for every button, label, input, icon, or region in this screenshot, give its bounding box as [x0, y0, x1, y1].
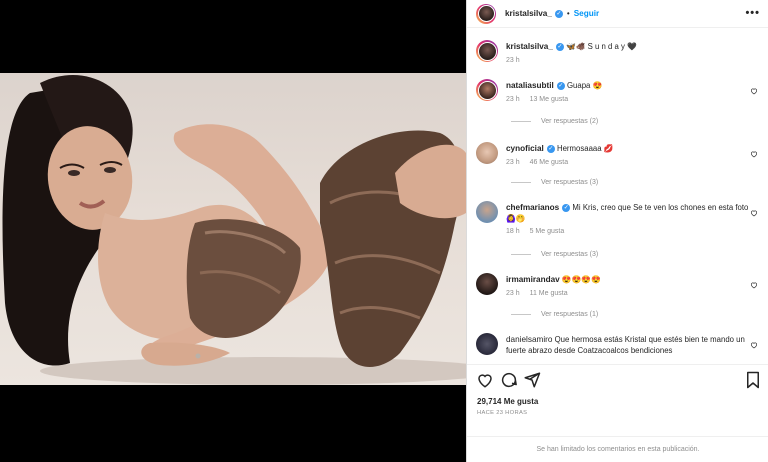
comment-body: irmamirandav 😍😍😍😍 23 h 11 Me gusta [506, 275, 756, 299]
comment-username[interactable]: nataliasubtil [506, 81, 554, 90]
caption-text: 🦋🐗 S u n d a y 🖤 [566, 42, 637, 51]
comment-text: Hermosaaaa 💋 [556, 144, 614, 153]
post-time-ago[interactable]: HACE 23 HORAS [477, 410, 527, 416]
author-avatar-small[interactable] [476, 40, 498, 62]
heart-icon[interactable] [750, 150, 758, 158]
comment-meta: 23 h 13 Me gusta [506, 95, 756, 106]
comment-username[interactable]: chefmarianos [506, 203, 559, 212]
verified-icon: ✓ [556, 81, 565, 90]
view-replies-button[interactable]: Ver respuestas (1) [511, 311, 598, 318]
caption-time: 23 h [506, 56, 520, 64]
heart-icon[interactable] [750, 209, 758, 217]
author-username[interactable]: kristalsilva_ [505, 9, 552, 18]
view-replies-button[interactable]: Ver respuestas (3) [511, 251, 598, 258]
comment-body: danielsamiro Que hermosa estás Kristal q… [506, 335, 756, 356]
post-photo[interactable] [0, 73, 466, 385]
view-replies-button[interactable]: Ver respuestas (3) [511, 179, 598, 186]
caption-username[interactable]: kristalsilva_ [506, 42, 553, 51]
post-side-panel: kristalsilva_ ✓ • Seguir ••• kristalsilv… [466, 0, 768, 462]
heart-icon[interactable] [750, 281, 758, 289]
more-icon[interactable]: ••• [745, 7, 760, 19]
comment-time: 23 h [506, 158, 520, 166]
commenter-avatar[interactable] [476, 142, 498, 164]
commenter-avatar[interactable] [476, 273, 498, 295]
comment-text: Guapa 😍 [566, 81, 603, 90]
comments-list[interactable]: kristalsilva_ ✓ 🦋🐗 S u n d a y 🖤 23 h nat… [467, 28, 768, 364]
comment-meta: 23 h 46 Me gusta [506, 158, 756, 169]
caption-meta: 23 h [506, 56, 756, 67]
verified-icon: ✓ [554, 9, 563, 18]
commenter-avatar[interactable] [476, 333, 498, 355]
commenter-avatar[interactable] [476, 201, 498, 223]
comments-limited-notice: Se han limitado los comentarios en esta … [467, 436, 768, 453]
heart-icon[interactable] [750, 87, 758, 95]
comment-username[interactable]: danielsamiro [506, 335, 552, 344]
heart-icon[interactable] [476, 371, 494, 389]
comment-time: 18 h [506, 228, 520, 235]
comment-meta: 18 h 5 Me gusta [506, 227, 756, 238]
comment-meta: 23 h 11 Me gusta [506, 289, 756, 300]
follow-button[interactable]: Seguir [574, 9, 599, 18]
post-header: kristalsilva_ ✓ • Seguir ••• [467, 0, 768, 28]
separator-dot: • [566, 9, 570, 18]
verified-icon: ✓ [546, 144, 555, 153]
commenter-avatar[interactable] [476, 79, 498, 101]
comment-username[interactable]: cynoficial [506, 144, 544, 153]
comment-likes[interactable]: 46 Me gusta [530, 159, 569, 166]
comment-icon[interactable] [500, 371, 518, 389]
photo-illustration [2, 74, 466, 385]
post-actions: 29,714 Me gusta HACE 23 HORAS Se han lim… [467, 364, 768, 462]
comment-likes[interactable]: 5 Me gusta [530, 228, 565, 235]
likes-count[interactable]: 29,714 Me gusta [477, 397, 538, 406]
share-icon[interactable] [523, 371, 541, 389]
caption-body: kristalsilva_ ✓ 🦋🐗 S u n d a y 🖤 23 h [506, 42, 756, 66]
post-media [0, 0, 466, 462]
comment-time: 23 h [506, 289, 520, 297]
comment-username[interactable]: irmamirandav [506, 275, 560, 284]
comment-body: chefmarianos ✓ Mi Kris, creo que Se te ve… [506, 203, 756, 238]
comment-likes[interactable]: 11 Me gusta [530, 290, 568, 297]
save-icon[interactable] [744, 371, 762, 389]
verified-icon: ✓ [555, 42, 564, 51]
comment-body: nataliasubtil ✓ Guapa 😍 23 h 13 Me gusta [506, 81, 756, 105]
comment-likes[interactable]: 13 Me gusta [530, 96, 569, 103]
author-avatar[interactable] [476, 3, 496, 24]
comment-text: 😍😍😍😍 [561, 275, 601, 284]
view-replies-button[interactable]: Ver respuestas (2) [511, 118, 598, 125]
comment-body: cynoficial ✓ Hermosaaaa 💋 23 h 46 Me gust… [506, 144, 756, 168]
comment-time: 23 h [506, 95, 520, 103]
verified-icon: ✓ [562, 203, 571, 212]
heart-icon[interactable] [750, 341, 758, 349]
